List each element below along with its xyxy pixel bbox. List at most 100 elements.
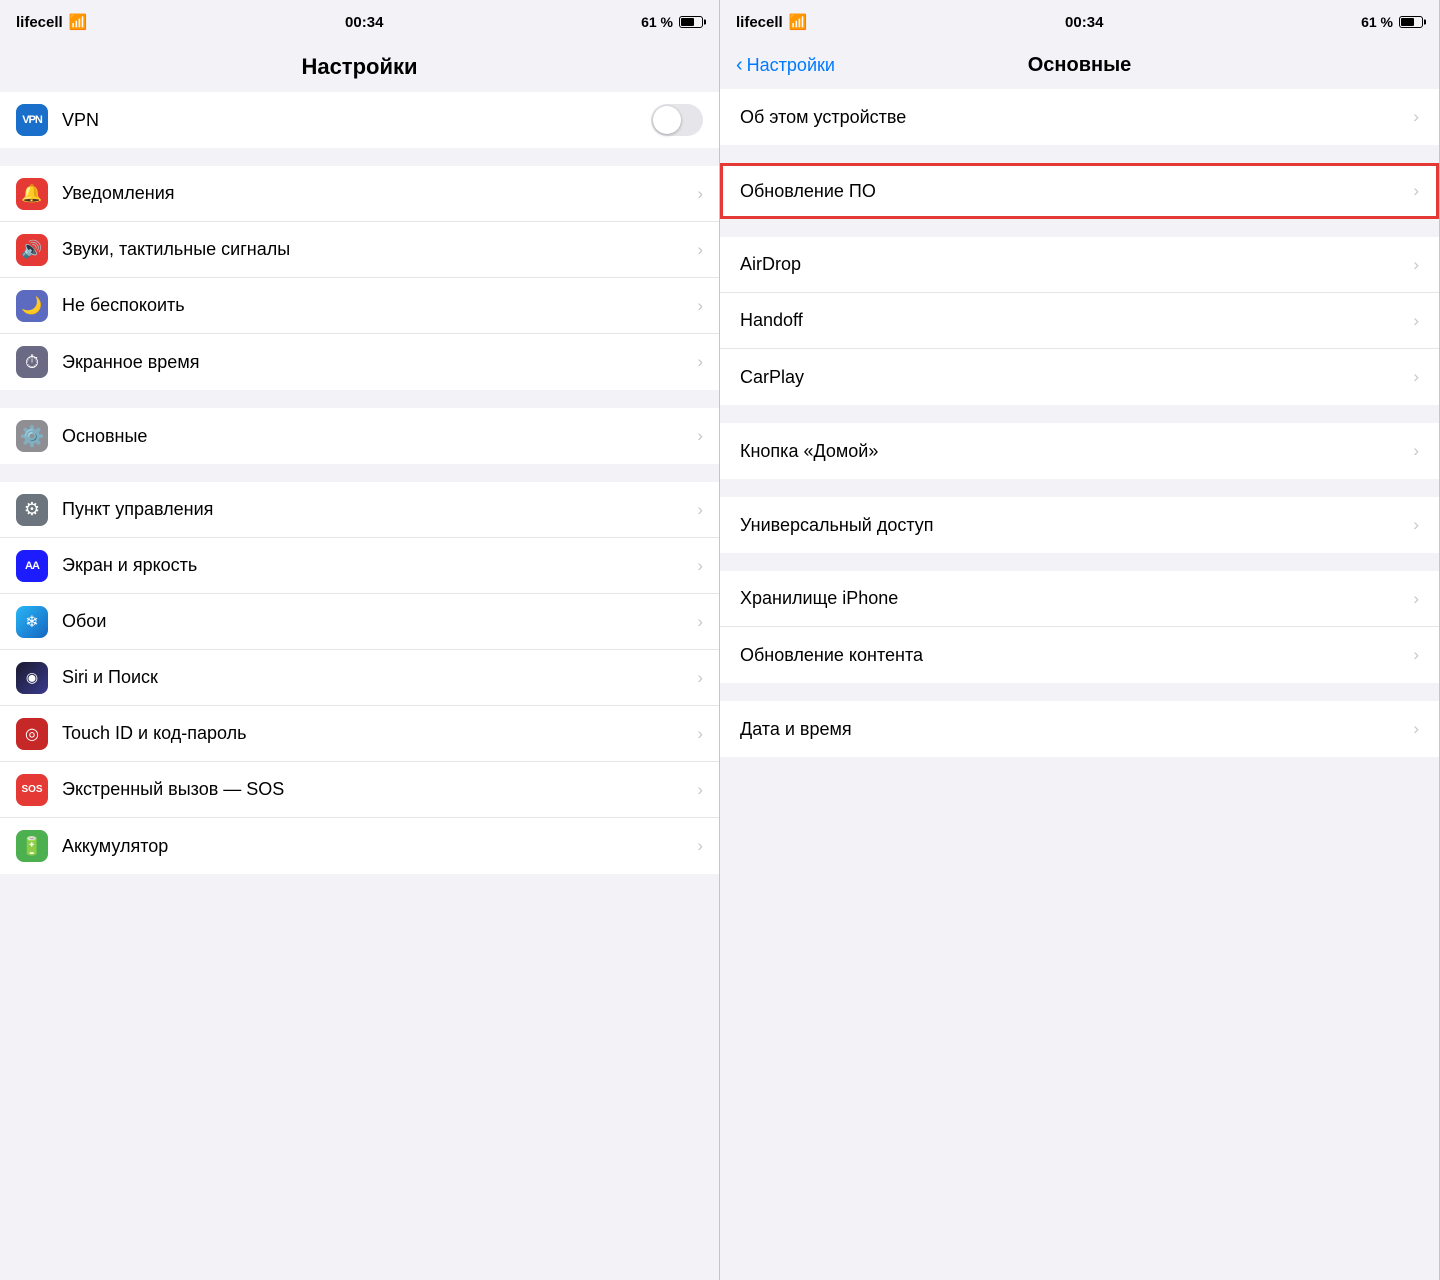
display-chevron: › — [697, 556, 703, 576]
left-time: 00:34 — [345, 14, 383, 31]
left-status-bar: lifecell 📶 00:34 61 % — [0, 0, 719, 44]
siri-label: Siri и Поиск — [62, 667, 689, 688]
sos-item[interactable]: SOS Экстренный вызов — SOS › — [0, 762, 719, 818]
general-item[interactable]: ⚙️ Основные › — [0, 408, 719, 464]
siri-icon: ◉ — [16, 662, 48, 694]
left-panel: lifecell 📶 00:34 61 % Настройки VPN VPN … — [0, 0, 720, 1280]
right-carrier: lifecell — [736, 14, 783, 31]
right-nav-header: ‹ Настройки Основные — [720, 44, 1439, 89]
left-battery-icon — [679, 16, 703, 28]
vpn-item[interactable]: VPN VPN — [0, 92, 719, 148]
home-item[interactable]: Кнопка «Домой» › — [720, 423, 1439, 479]
right-spacer-4 — [720, 479, 1439, 497]
left-wifi-icon: 📶 — [69, 13, 88, 31]
right-section-home: Кнопка «Домой» › — [720, 423, 1439, 479]
wallpaper-label: Обои — [62, 611, 689, 632]
left-panel-title: Настройки — [0, 44, 719, 92]
sounds-chevron: › — [697, 240, 703, 260]
toggle-knob — [653, 106, 681, 134]
accessibility-chevron: › — [1413, 515, 1419, 535]
screentime-chevron: › — [697, 352, 703, 372]
screentime-item[interactable]: ⏱ Экранное время › — [0, 334, 719, 390]
notifications-item[interactable]: 🔔 Уведомления › — [0, 166, 719, 222]
right-section-storage: Хранилище iPhone › Обновление контента › — [720, 571, 1439, 683]
display-icon: AA — [16, 550, 48, 582]
wallpaper-item[interactable]: ❄ Обои › — [0, 594, 719, 650]
sounds-label: Звуки, тактильные сигналы — [62, 239, 689, 260]
dnd-label: Не беспокоить — [62, 295, 689, 316]
spacer-2 — [0, 390, 719, 408]
right-section-about: Об этом устройстве › — [720, 89, 1439, 145]
spacer-1 — [0, 148, 719, 166]
vpn-section: VPN VPN — [0, 92, 719, 148]
right-spacer-2 — [720, 219, 1439, 237]
general-icon: ⚙️ — [16, 420, 48, 452]
siri-chevron: › — [697, 668, 703, 688]
dnd-item[interactable]: 🌙 Не беспокоить › — [0, 278, 719, 334]
storage-item[interactable]: Хранилище iPhone › — [720, 571, 1439, 627]
control-chevron: › — [697, 500, 703, 520]
section-3: ⚙ Пункт управления › AA Экран и яркость … — [0, 482, 719, 874]
datetime-item[interactable]: Дата и время › — [720, 701, 1439, 757]
storage-label: Хранилище iPhone — [740, 588, 1413, 609]
general-section: ⚙️ Основные › — [0, 408, 719, 464]
right-spacer-6 — [720, 683, 1439, 701]
handoff-item[interactable]: Handoff › — [720, 293, 1439, 349]
general-label: Основные — [62, 426, 689, 447]
wallpaper-icon: ❄ — [16, 606, 48, 638]
left-carrier: lifecell — [16, 14, 63, 31]
sos-label: Экстренный вызов — SOS — [62, 779, 689, 800]
spacer-3 — [0, 464, 719, 482]
control-label: Пункт управления — [62, 499, 689, 520]
home-chevron: › — [1413, 441, 1419, 461]
right-status-bar: lifecell 📶 00:34 61 % — [720, 0, 1439, 44]
right-battery-pct: 61 % — [1361, 14, 1393, 30]
right-wifi-icon: 📶 — [789, 13, 808, 31]
right-section-accessibility: Универсальный доступ › — [720, 497, 1439, 553]
update-item[interactable]: Обновление ПО › — [720, 163, 1439, 219]
siri-item[interactable]: ◉ Siri и Поиск › — [0, 650, 719, 706]
right-spacer-5 — [720, 553, 1439, 571]
screentime-label: Экранное время — [62, 352, 689, 373]
update-label: Обновление ПО — [740, 181, 1413, 202]
airdrop-label: AirDrop — [740, 254, 1413, 275]
sounds-item[interactable]: 🔊 Звуки, тактильные сигналы › — [0, 222, 719, 278]
content-update-item[interactable]: Обновление контента › — [720, 627, 1439, 683]
screentime-icon: ⏱ — [16, 346, 48, 378]
storage-chevron: › — [1413, 589, 1419, 609]
notifications-label: Уведомления — [62, 183, 689, 204]
back-button[interactable]: ‹ Настройки — [736, 54, 835, 77]
touchid-icon: ◎ — [16, 718, 48, 750]
touchid-item[interactable]: ◎ Touch ID и код-пароль › — [0, 706, 719, 762]
right-section-datetime: Дата и время › — [720, 701, 1439, 757]
datetime-chevron: › — [1413, 719, 1419, 739]
handoff-label: Handoff — [740, 310, 1413, 331]
carplay-item[interactable]: CarPlay › — [720, 349, 1439, 405]
accessibility-item[interactable]: Универсальный доступ › — [720, 497, 1439, 553]
wallpaper-chevron: › — [697, 612, 703, 632]
right-section-airdrop: AirDrop › Handoff › CarPlay › — [720, 237, 1439, 405]
vpn-toggle[interactable] — [651, 104, 703, 136]
dnd-chevron: › — [697, 296, 703, 316]
right-spacer-1 — [720, 145, 1439, 163]
right-panel: lifecell 📶 00:34 61 % ‹ Настройки Основн… — [720, 0, 1440, 1280]
content-update-chevron: › — [1413, 645, 1419, 665]
battery-item[interactable]: 🔋 Аккумулятор › — [0, 818, 719, 874]
right-time: 00:34 — [1065, 14, 1103, 31]
touchid-label: Touch ID и код-пароль — [62, 723, 689, 744]
control-item[interactable]: ⚙ Пункт управления › — [0, 482, 719, 538]
right-section-update: Обновление ПО › — [720, 163, 1439, 219]
vpn-label: VPN — [62, 110, 651, 131]
dnd-icon: 🌙 — [16, 290, 48, 322]
airdrop-item[interactable]: AirDrop › — [720, 237, 1439, 293]
general-chevron: › — [697, 426, 703, 446]
sounds-icon: 🔊 — [16, 234, 48, 266]
about-label: Об этом устройстве — [740, 107, 1413, 128]
display-item[interactable]: AA Экран и яркость › — [0, 538, 719, 594]
sos-icon: SOS — [16, 774, 48, 806]
left-battery-pct: 61 % — [641, 14, 673, 30]
about-item[interactable]: Об этом устройстве › — [720, 89, 1439, 145]
battery-chevron: › — [697, 836, 703, 856]
update-chevron: › — [1413, 181, 1419, 201]
home-label: Кнопка «Домой» — [740, 441, 1413, 462]
